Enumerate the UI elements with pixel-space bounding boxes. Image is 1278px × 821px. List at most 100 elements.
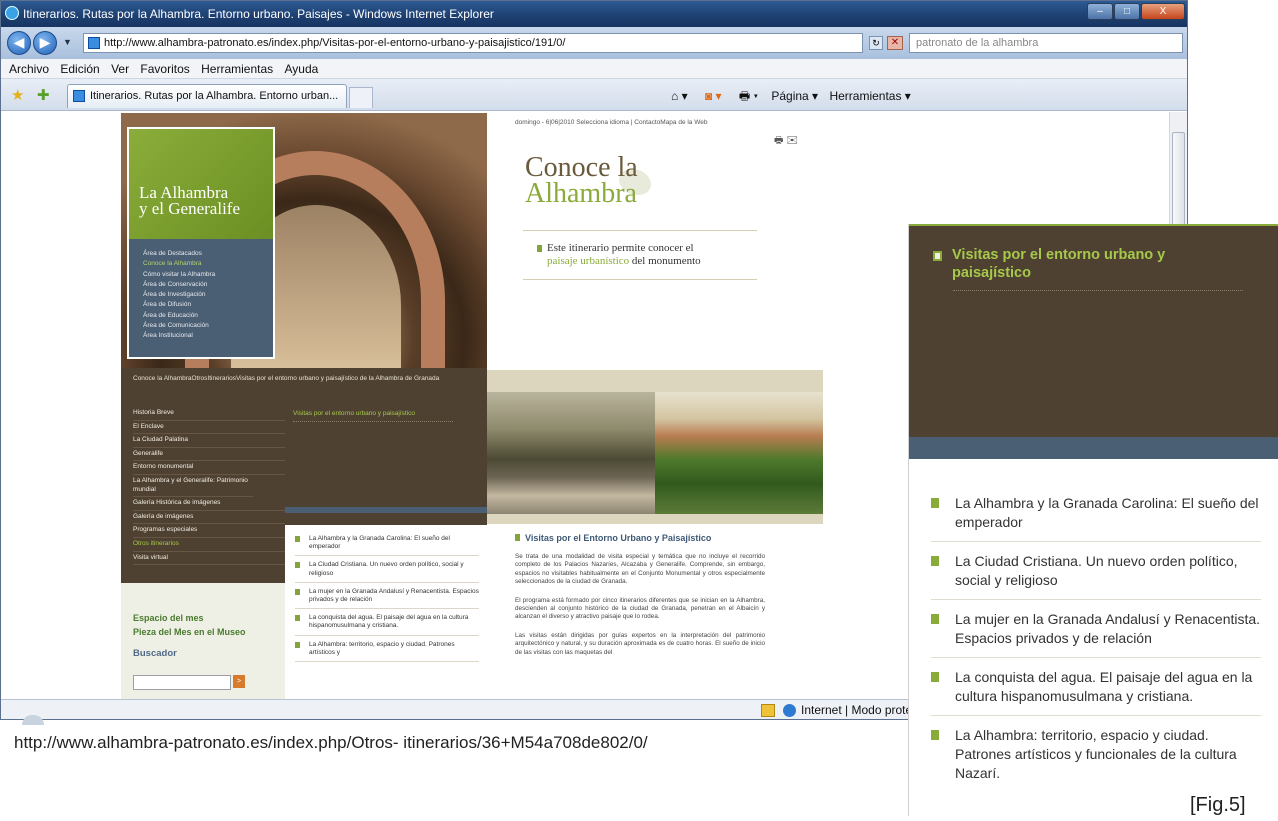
page-title: Conoce la Alhambra bbox=[525, 154, 638, 208]
side-menu-item[interactable]: Área Institucional bbox=[143, 331, 273, 341]
print-icon[interactable]: 🖶 ▾ bbox=[739, 89, 758, 103]
brown-band bbox=[285, 513, 487, 525]
article-paragraph: Las visitas están dirigidas por guías ex… bbox=[515, 631, 765, 656]
menu-herramientas[interactable]: Herramientas bbox=[201, 59, 273, 79]
itinerary-item[interactable]: La Alhambra: territorio, espacio y ciuda… bbox=[295, 641, 479, 663]
zoom-itinerary-item[interactable]: La Alhambra y la Granada Carolina: El su… bbox=[931, 494, 1261, 542]
site-search-button[interactable]: > bbox=[233, 675, 245, 688]
left-nav-item-active[interactable]: Otros itinerarios bbox=[133, 538, 285, 552]
home-icon[interactable]: ⌂ ▾ bbox=[671, 89, 688, 103]
divider bbox=[523, 230, 757, 231]
left-nav-item[interactable]: La Alhambra y el Generalife: Patrimonio … bbox=[133, 475, 253, 498]
featured-links: Espacio del mes Pieza del Mes en el Muse… bbox=[133, 611, 246, 639]
address-toolbar: ◀ ▶ ▼ http://www.alhambra-patronato.es/i… bbox=[1, 27, 1187, 59]
new-tab-button[interactable] bbox=[349, 87, 373, 108]
menu-ver[interactable]: Ver bbox=[111, 59, 129, 79]
top-info-bar[interactable]: domingo - 6|06|2010 Selecciona idioma | … bbox=[515, 119, 707, 126]
maximize-button[interactable]: □ bbox=[1114, 3, 1140, 20]
itinerary-item[interactable]: La Alhambra y la Granada Carolina: El su… bbox=[295, 535, 479, 557]
zoom-itinerary-item[interactable]: La Alhambra: territorio, espacio y ciuda… bbox=[931, 726, 1261, 792]
zoom-itinerary-item[interactable]: La Ciudad Cristiana. Un nuevo orden polí… bbox=[931, 552, 1261, 600]
article-title: Visitas por el Entorno Urbano y Paisajís… bbox=[515, 533, 765, 543]
left-nav-item[interactable]: Galería de imágenes bbox=[133, 511, 285, 525]
add-favorite-icon[interactable]: ✚ bbox=[37, 86, 50, 104]
zoom-heading[interactable]: Visitas por el entorno urbano y paisajís… bbox=[933, 246, 1233, 282]
side-menu-item[interactable]: Área de Destacados bbox=[143, 249, 273, 259]
site-brand[interactable]: La Alhambra y el Generalife bbox=[127, 127, 275, 239]
beige-band bbox=[487, 370, 823, 392]
side-menu-item[interactable]: Cómo visitar la Alhambra bbox=[143, 270, 273, 280]
url-field[interactable]: http://www.alhambra-patronato.es/index.p… bbox=[83, 33, 863, 53]
left-nav-item[interactable]: Programas especiales bbox=[133, 524, 285, 538]
window-title: Itinerarios. Rutas por la Alhambra. Ento… bbox=[23, 7, 494, 21]
left-nav-item[interactable]: Historia Breve bbox=[133, 407, 285, 421]
left-nav-item[interactable]: El Enclave bbox=[133, 421, 285, 435]
tools-menu[interactable]: Herramientas ▾ bbox=[829, 89, 910, 103]
section-heading[interactable]: Visitas por el entorno urbano y paisajís… bbox=[293, 409, 423, 418]
side-menu-item[interactable]: Área de Comunicación bbox=[143, 321, 273, 331]
intro-text: Este itinerario permite conocer el paisa… bbox=[539, 242, 701, 268]
left-nav-item[interactable]: Entorno monumental bbox=[133, 461, 285, 475]
zoom-heading-text: Visitas por el entorno urbano y paisajís… bbox=[952, 247, 1166, 281]
side-menu-item[interactable]: Área de Educación bbox=[143, 311, 273, 321]
tab-label: Itinerarios. Rutas por la Alhambra. Ento… bbox=[90, 90, 339, 102]
refresh-icon[interactable]: ↻ bbox=[869, 36, 883, 50]
tab-bar: ★ ✚ Itinerarios. Rutas por la Alhambra. … bbox=[1, 79, 1187, 111]
menu-archivo[interactable]: Archivo bbox=[9, 59, 49, 79]
left-nav-item[interactable]: Visita virtual bbox=[133, 552, 285, 566]
pieza-del-mes-link[interactable]: Pieza del Mes en el Museo bbox=[133, 625, 246, 639]
close-button[interactable]: X bbox=[1141, 3, 1185, 20]
internet-globe-icon bbox=[783, 704, 796, 717]
minimize-button[interactable]: – bbox=[1087, 3, 1113, 20]
brand-line-2: y el Generalife bbox=[139, 199, 240, 218]
breadcrumb[interactable]: Conoce la AlhambraOtrosItinerariosVisita… bbox=[121, 368, 487, 403]
search-input[interactable]: patronato de la alhambra bbox=[909, 33, 1183, 53]
zoom-dark-header: Visitas por el entorno urbano y paisajís… bbox=[909, 224, 1278, 437]
print-email-icons[interactable]: 🖶 ✉ bbox=[774, 133, 798, 150]
left-nav-item[interactable]: Generalife bbox=[133, 448, 285, 462]
side-menu-item[interactable]: Área de Difusión bbox=[143, 300, 273, 310]
zoomed-detail-panel: Visitas por el entorno urbano y paisajís… bbox=[908, 224, 1278, 816]
side-menu-item[interactable]: Área de Investigación bbox=[143, 290, 273, 300]
security-shield-icon bbox=[761, 704, 775, 717]
itinerary-item[interactable]: La conquista del agua. El paisaje del ag… bbox=[295, 614, 479, 636]
favorites-star-icon[interactable]: ★ bbox=[11, 86, 24, 104]
forward-button[interactable]: ▶ bbox=[33, 31, 57, 55]
site-side-menu: Área de Destacados Conoce la Alhambra Có… bbox=[127, 239, 275, 359]
figure-caption-url: http://www.alhambra-patronato.es/index.p… bbox=[14, 733, 648, 752]
zoom-blue-strip bbox=[909, 437, 1278, 459]
itinerary-item[interactable]: La mujer en la Granada Andalusí y Renace… bbox=[295, 588, 479, 610]
back-button[interactable]: ◀ bbox=[7, 31, 31, 55]
tab-itinerarios[interactable]: Itinerarios. Rutas por la Alhambra. Ento… bbox=[67, 84, 347, 108]
stop-icon[interactable]: ✕ bbox=[887, 36, 903, 50]
site-search-input[interactable] bbox=[133, 675, 231, 690]
article-paragraph: Se trata de una modalidad de visita espe… bbox=[515, 553, 765, 586]
dotted-divider bbox=[293, 421, 453, 422]
tab-page-icon bbox=[73, 90, 85, 102]
menu-favoritos[interactable]: Favoritos bbox=[140, 59, 189, 79]
left-navigation: Historia Breve El Enclave La Ciudad Pala… bbox=[121, 403, 285, 583]
figure-label: [Fig.5] bbox=[1190, 794, 1246, 816]
menu-ayuda[interactable]: Ayuda bbox=[285, 59, 319, 79]
side-menu-item-active[interactable]: Conoce la Alhambra bbox=[143, 259, 273, 269]
left-nav-item[interactable]: La Ciudad Palatina bbox=[133, 434, 285, 448]
ie-logo-icon bbox=[5, 6, 19, 20]
page-menu[interactable]: Página ▾ bbox=[771, 89, 818, 103]
espacio-del-mes-link[interactable]: Espacio del mes bbox=[133, 611, 246, 625]
zoom-itinerary-list: La Alhambra y la Granada Carolina: El su… bbox=[931, 494, 1261, 802]
page-icon bbox=[88, 37, 100, 49]
zoom-itinerary-item[interactable]: La conquista del agua. El paisaje del ag… bbox=[931, 668, 1261, 716]
history-dropdown-icon[interactable]: ▼ bbox=[63, 37, 72, 47]
left-nav-item[interactable]: Galería Histórica de imágenes bbox=[133, 497, 285, 511]
dotted-divider bbox=[953, 290, 1243, 291]
feeds-icon[interactable]: ◙ ▾ bbox=[705, 89, 722, 103]
article: Visitas por el Entorno Urbano y Paisajís… bbox=[515, 533, 765, 657]
menu-edicion[interactable]: Edición bbox=[60, 59, 99, 79]
itinerary-list: La Alhambra y la Granada Carolina: El su… bbox=[285, 525, 487, 699]
menu-bar: Archivo Edición Ver Favoritos Herramient… bbox=[1, 59, 1187, 79]
itinerary-item[interactable]: La Ciudad Cristiana. Un nuevo orden polí… bbox=[295, 561, 479, 583]
zoom-itinerary-item[interactable]: La mujer en la Granada Andalusí y Renace… bbox=[931, 610, 1261, 658]
article-paragraph: El programa está formado por cinco itine… bbox=[515, 596, 765, 621]
intro-highlight: paisaje urbanístico bbox=[547, 255, 630, 267]
side-menu-item[interactable]: Área de Conservación bbox=[143, 280, 273, 290]
